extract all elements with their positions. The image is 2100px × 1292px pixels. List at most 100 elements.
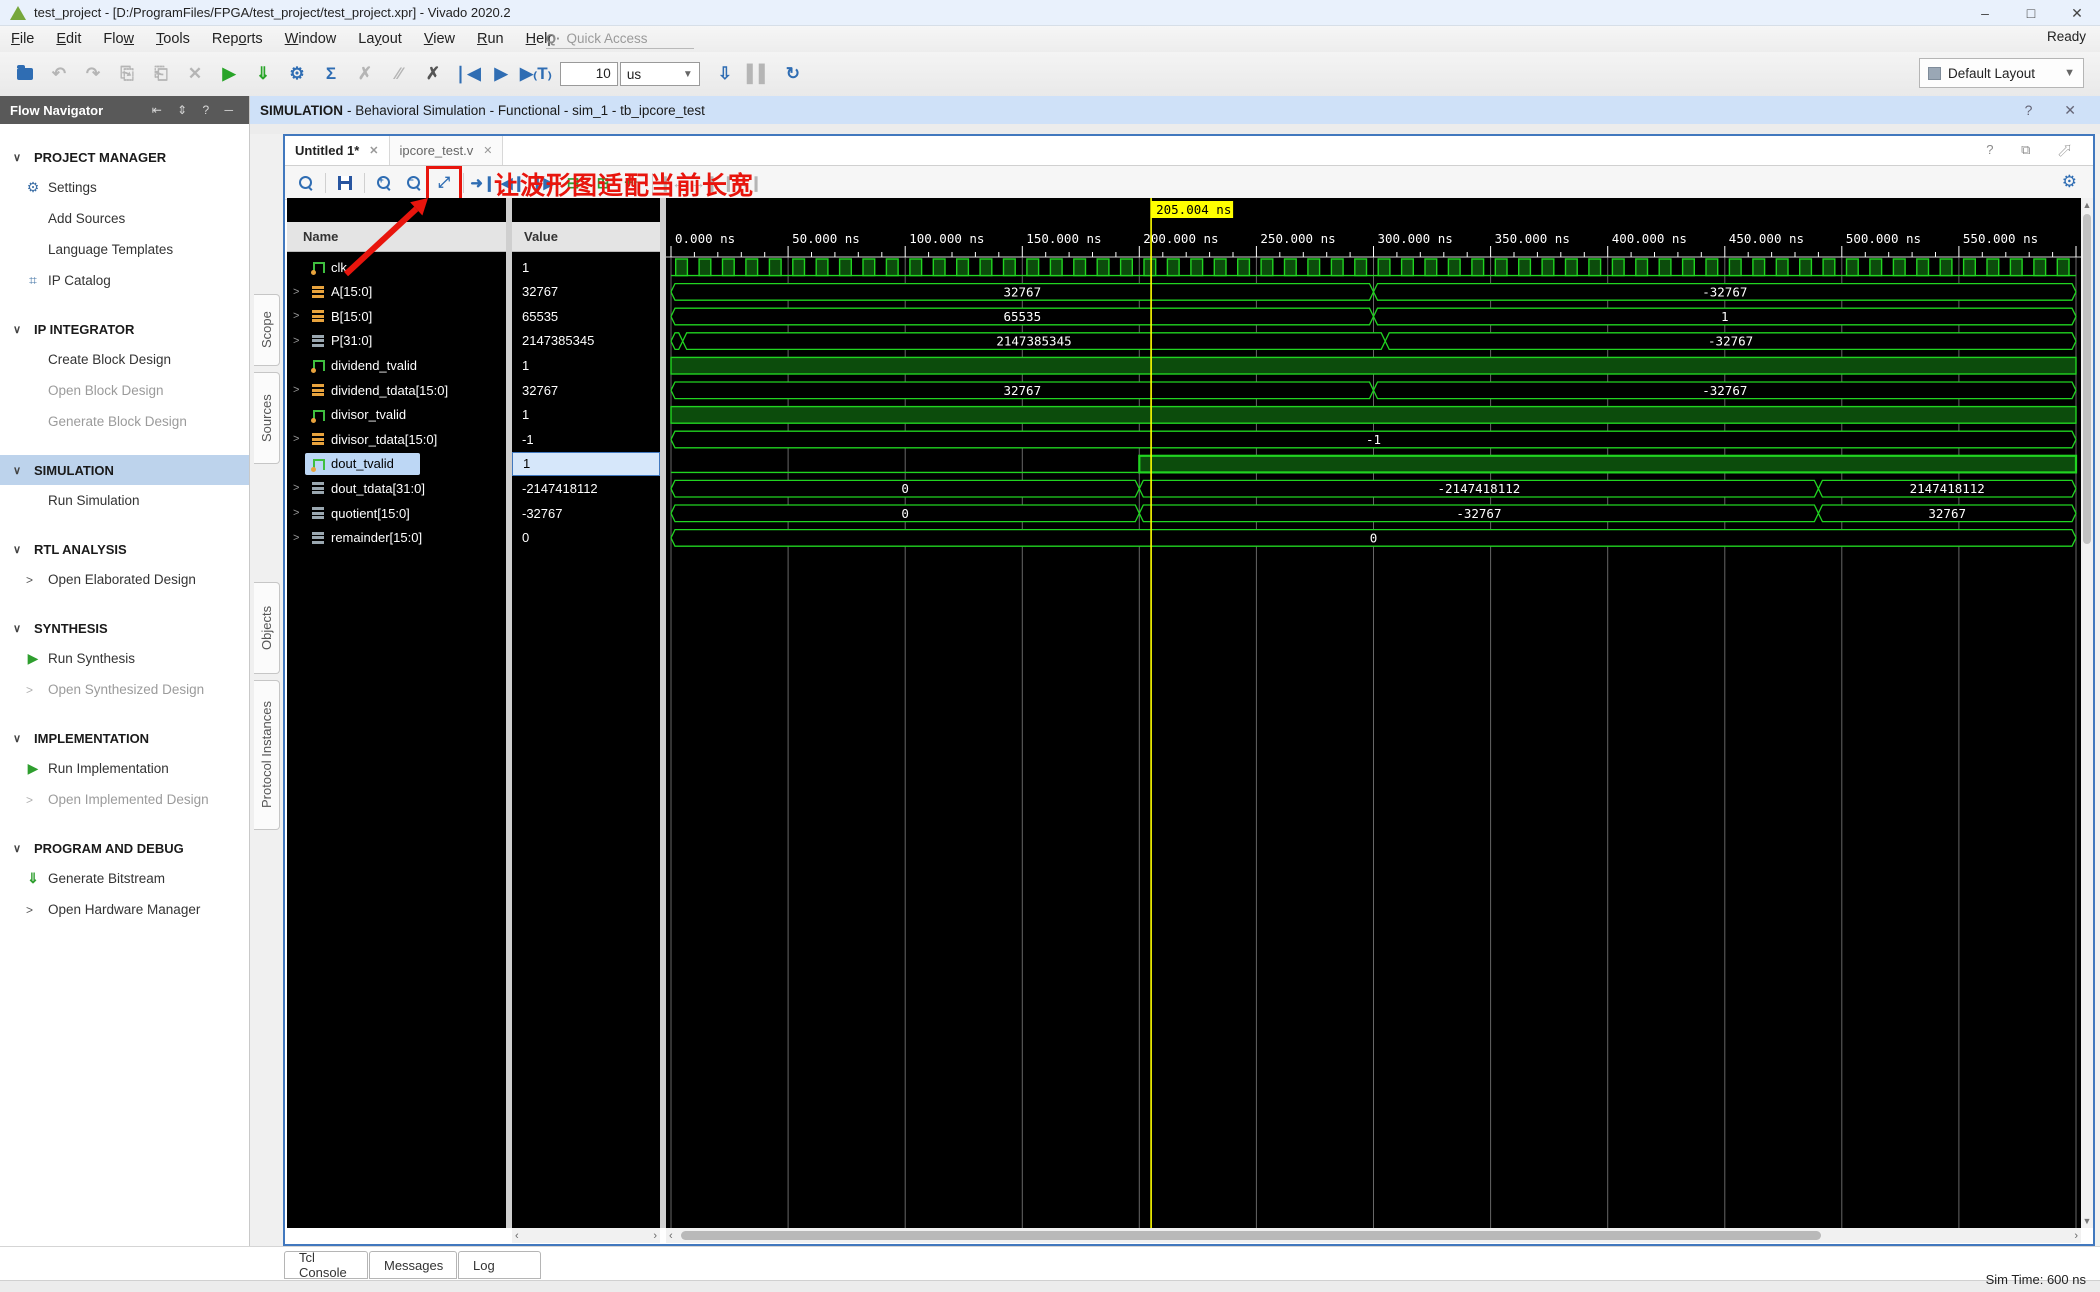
- flownav-section-rtl-analysis[interactable]: ∨ RTL ANALYSIS: [0, 534, 249, 564]
- find-icon[interactable]: [293, 170, 319, 196]
- console-tab-tcl-console[interactable]: Tcl Console: [284, 1250, 368, 1280]
- flownav-section-implementation[interactable]: ∨ IMPLEMENTATION: [0, 723, 249, 753]
- editor-tab-untitled-1-[interactable]: Untitled 1* ✕: [285, 136, 390, 165]
- signal-value-divisor-tvalid[interactable]: 1: [512, 403, 660, 427]
- maximize-button[interactable]: □: [2008, 0, 2054, 26]
- expand-icon[interactable]: >: [293, 286, 299, 298]
- scrollbar-thumb[interactable]: [680, 1231, 1821, 1240]
- signal-value-dout-tvalid[interactable]: 1: [512, 451, 660, 476]
- scroll-right-icon[interactable]: ›: [2074, 1230, 2078, 1242]
- flownav-item-run-synthesis[interactable]: ▶ Run Synthesis: [0, 643, 249, 674]
- expand-icon[interactable]: >: [293, 433, 299, 445]
- side-tab-scope[interactable]: Scope: [254, 294, 280, 366]
- flownav-item-open-hardware-manager[interactable]: > Open Hardware Manager: [0, 894, 249, 925]
- flownav-item-open-elaborated-design[interactable]: > Open Elaborated Design: [0, 564, 249, 595]
- signal-name-dout-tvalid[interactable]: dout_tvalid: [287, 452, 506, 476]
- console-tab-messages[interactable]: Messages: [369, 1251, 457, 1279]
- scroll-right-icon[interactable]: ›: [653, 1230, 657, 1242]
- run-time-input[interactable]: 10: [559, 62, 618, 86]
- signal-name-a-15-0-[interactable]: > A[15:0]: [287, 280, 506, 304]
- goto-cursor-icon[interactable]: ➜❙: [470, 170, 496, 196]
- signal-value-dividend-tdata-15-0-[interactable]: 32767: [512, 378, 660, 402]
- signal-name-clk[interactable]: clk: [287, 255, 506, 279]
- flownav-section-ip-integrator[interactable]: ∨ IP INTEGRATOR: [0, 314, 249, 344]
- flownav-section-program-and-debug[interactable]: ∨ PROGRAM AND DEBUG: [0, 833, 249, 863]
- expand-icon[interactable]: >: [293, 532, 299, 544]
- signal-value-divisor-tdata-15-0-[interactable]: -1: [512, 427, 660, 451]
- waveform-scrollbar[interactable]: ‹ ›: [666, 1228, 2081, 1243]
- flownav-section-synthesis[interactable]: ∨ SYNTHESIS: [0, 613, 249, 643]
- save-waveform-icon[interactable]: [332, 170, 358, 196]
- flownav-item-language-templates[interactable]: Language Templates: [0, 234, 249, 265]
- console-tab-log[interactable]: Log: [458, 1251, 541, 1279]
- side-tab-objects[interactable]: Objects: [254, 582, 280, 674]
- signal-value-dout-tdata-31-0-[interactable]: -2147418112: [512, 476, 660, 500]
- expand-icon[interactable]: >: [293, 384, 299, 396]
- expand-icon[interactable]: >: [293, 335, 299, 347]
- side-tab-protocol-instances[interactable]: Protocol Instances: [254, 680, 280, 830]
- panel-corner-icons[interactable]: ? ⧉ ⬀: [1986, 142, 2083, 158]
- scroll-left-icon[interactable]: ‹: [515, 1230, 519, 1242]
- signal-name-remainder-15-0-[interactable]: > remainder[15:0]: [287, 526, 506, 550]
- value-column-header[interactable]: Value: [512, 222, 660, 252]
- zoom-fit-icon[interactable]: ⤢: [426, 165, 462, 201]
- waveform-display[interactable]: 0.000 ns 50.000 ns 100.000 ns 150.000 ns 200…: [666, 198, 2081, 1228]
- flownav-section-simulation[interactable]: ∨ SIMULATION: [0, 455, 249, 485]
- close-icon[interactable]: ✕: [483, 144, 492, 157]
- scroll-up-icon[interactable]: ▲: [2081, 198, 2093, 212]
- minimize-button[interactable]: –: [1962, 0, 2008, 26]
- close-button[interactable]: ✕: [2054, 0, 2100, 26]
- value-column-scrollbar[interactable]: ‹ ›: [512, 1228, 660, 1243]
- flownav-item-add-sources[interactable]: Add Sources: [0, 203, 249, 234]
- flownav-item-ip-catalog[interactable]: ⌗ IP Catalog: [0, 265, 249, 296]
- flownav-item-generate-bitstream[interactable]: ⇓ Generate Bitstream: [0, 863, 249, 894]
- time-unit-select[interactable]: us ▼: [619, 62, 700, 86]
- editor-tab-ipcore-test-v[interactable]: ipcore_test.v ✕: [389, 136, 504, 165]
- zoom-in-icon[interactable]: +: [371, 170, 397, 196]
- generate-bitstream-icon[interactable]: ⇓: [248, 59, 278, 89]
- menu-edit[interactable]: Edit: [45, 26, 92, 52]
- menu-file[interactable]: File: [0, 26, 45, 52]
- side-tab-sources[interactable]: Sources: [254, 372, 280, 464]
- signal-value-remainder-15-0-[interactable]: 0: [512, 526, 660, 550]
- run-all-icon[interactable]: ▶: [486, 59, 516, 89]
- scroll-left-icon[interactable]: ‹: [669, 1230, 673, 1242]
- signal-value-quotient-15-0-[interactable]: -32767: [512, 501, 660, 525]
- signal-value-b-15-0-[interactable]: 65535: [512, 304, 660, 328]
- open-project-icon[interactable]: [10, 59, 40, 89]
- menu-window[interactable]: Window: [274, 26, 348, 52]
- signal-name-quotient-15-0-[interactable]: > quotient[15:0]: [287, 501, 506, 525]
- menu-reports[interactable]: Reports: [201, 26, 274, 52]
- quick-access-search[interactable]: Q· Quick Access: [546, 29, 694, 49]
- signal-value-dividend-tvalid[interactable]: 1: [512, 353, 660, 377]
- menu-view[interactable]: View: [413, 26, 466, 52]
- signal-name-dividend-tvalid[interactable]: dividend_tvalid: [287, 353, 506, 377]
- signal-name-b-15-0-[interactable]: > B[15:0]: [287, 304, 506, 328]
- menu-run[interactable]: Run: [466, 26, 515, 52]
- flownav-item-run-simulation[interactable]: Run Simulation: [0, 485, 249, 516]
- scroll-down-icon[interactable]: ▼: [2081, 1214, 2093, 1228]
- flow-navigator-header-icons[interactable]: ⇤ ⇕ ? ─: [152, 103, 239, 117]
- clear-breakpoints-icon[interactable]: ✗: [418, 59, 448, 89]
- name-column-header[interactable]: Name: [287, 222, 506, 252]
- flownav-item-run-implementation[interactable]: ▶ Run Implementation: [0, 753, 249, 784]
- flownav-item-create-block-design[interactable]: Create Block Design: [0, 344, 249, 375]
- signal-name-p-31-0-[interactable]: > P[31:0]: [287, 329, 506, 353]
- restart-icon[interactable]: ❘◀: [452, 59, 482, 89]
- signal-value-clk[interactable]: 1: [512, 255, 660, 279]
- close-icon[interactable]: ✕: [369, 144, 378, 157]
- report-icon[interactable]: Σ: [316, 59, 346, 89]
- signal-name-divisor-tvalid[interactable]: divisor_tvalid: [287, 403, 506, 427]
- menu-layout[interactable]: Layout: [347, 26, 413, 52]
- flownav-item-settings[interactable]: ⚙ Settings: [0, 172, 249, 203]
- signal-name-divisor-tdata-15-0-[interactable]: > divisor_tdata[15:0]: [287, 427, 506, 451]
- zoom-out-icon[interactable]: −: [401, 170, 427, 196]
- menu-tools[interactable]: Tools: [145, 26, 201, 52]
- step-icon[interactable]: ⇩: [710, 59, 740, 89]
- vertical-scrollbar[interactable]: ▲ ▼: [2081, 198, 2093, 1228]
- settings-icon[interactable]: ⚙: [282, 59, 312, 89]
- scrollbar-thumb[interactable]: [2083, 214, 2091, 544]
- flownav-section-project-manager[interactable]: ∨ PROJECT MANAGER: [0, 142, 249, 172]
- layout-selector[interactable]: Default Layout ▼: [1919, 58, 2084, 88]
- signal-name-dout-tdata-31-0-[interactable]: > dout_tdata[31:0]: [287, 476, 506, 500]
